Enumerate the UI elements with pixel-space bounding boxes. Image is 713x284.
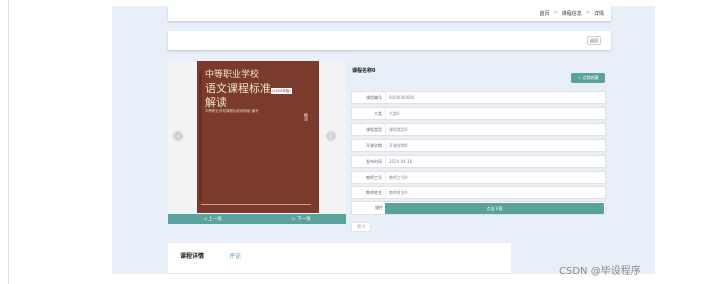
action-bar: 返回 (168, 31, 611, 50)
breadcrumb-separator: > (585, 10, 590, 16)
field-label: 课程编号 (352, 92, 386, 103)
field-label: 教师工号 (352, 172, 386, 183)
like-button[interactable]: 赞 0 (351, 222, 371, 232)
carousel-next-arrow-icon[interactable]: › (326, 131, 336, 141)
field-value: 开课学期0 (389, 142, 408, 148)
field-value: 大类0 (389, 110, 400, 116)
breadcrumb-home[interactable]: 首页 (540, 10, 550, 17)
field-row-course-number: 课程编号 0000000000 (351, 91, 606, 104)
field-label: 发布时间 (352, 156, 386, 167)
back-button[interactable]: 返回 (587, 36, 601, 45)
field-label: 大类 (352, 108, 386, 119)
carousel-prev-arrow-icon[interactable]: ‹ (173, 131, 183, 141)
cover-line1: 中等职业学校 (205, 70, 260, 80)
cover-edition: (2020年版) (271, 88, 292, 94)
cover-spine-text: 解读 (304, 113, 309, 121)
watermark: CSDN @毕设程序 (559, 266, 641, 277)
field-row-semester: 开课学期 开课学期0 (351, 139, 606, 152)
field-label: 教师姓名 (352, 187, 386, 198)
detail-tabs: 课程详情 评论 (168, 243, 511, 274)
field-label: 课件 (375, 205, 383, 210)
carousel-nav-bar: ◁ 上一张 ▷ 下一张 (168, 214, 346, 224)
field-row-publish-date: 发布时间 2024-04-16 (351, 155, 606, 168)
tab-course-detail[interactable]: 课程详情 (180, 251, 204, 260)
breadcrumb-separator: > (553, 10, 558, 16)
course-title: 课程名称0 (352, 68, 376, 74)
breadcrumb-bar: 首页 > 课程信息 > 详情 (168, 6, 611, 21)
field-value: 教师工号0 (389, 174, 408, 180)
cover-rule (201, 204, 311, 205)
next-image-button[interactable]: ▷ 下一张 (257, 216, 346, 222)
prev-image-button[interactable]: ◁ 上一张 (168, 216, 257, 222)
page: 首页 > 课程信息 > 详情 返回 中等职业学校 语文课程标准(2020年版) … (0, 0, 713, 284)
field-value: 2024-04-16 (389, 159, 413, 164)
breadcrumb-detail: 详情 (593, 11, 604, 17)
field-label: 开课学期 (352, 140, 386, 151)
book-spine (199, 71, 202, 201)
breadcrumb-course-info[interactable]: 课程信息 (562, 10, 582, 17)
cover-line3: 解读 (205, 96, 227, 109)
download-button[interactable]: 点击下载 (385, 203, 604, 214)
field-label: 课程类型 (352, 124, 386, 135)
collect-button[interactable]: ☆ 点我收藏 (571, 73, 605, 83)
field-row-courseware: 课件 点击下载 (351, 201, 606, 215)
field-value: 教师姓名0 (389, 189, 408, 195)
field-row-teacher-name: 教师姓名 教师姓名0 (351, 186, 606, 199)
field-row-category: 大类 大类0 (351, 107, 606, 120)
field-value: 0000000000 (389, 95, 415, 100)
book-cover-image: 中等职业学校 语文课程标准(2020年版) 解读 中等职业学校课程标准研制组 编… (197, 61, 319, 213)
cover-publisher-note: 中等职业学校课程标准研制组 编写 (205, 109, 259, 113)
tab-comment[interactable]: 评论 (229, 251, 241, 260)
field-row-teacher-id: 教师工号 教师工号0 (351, 171, 606, 184)
field-row-course-type: 课程类型 课程类型0 (351, 123, 606, 136)
field-value: 课程类型0 (389, 126, 408, 132)
breadcrumb: 首页 > 课程信息 > 详情 (540, 10, 604, 17)
left-border (8, 0, 9, 284)
